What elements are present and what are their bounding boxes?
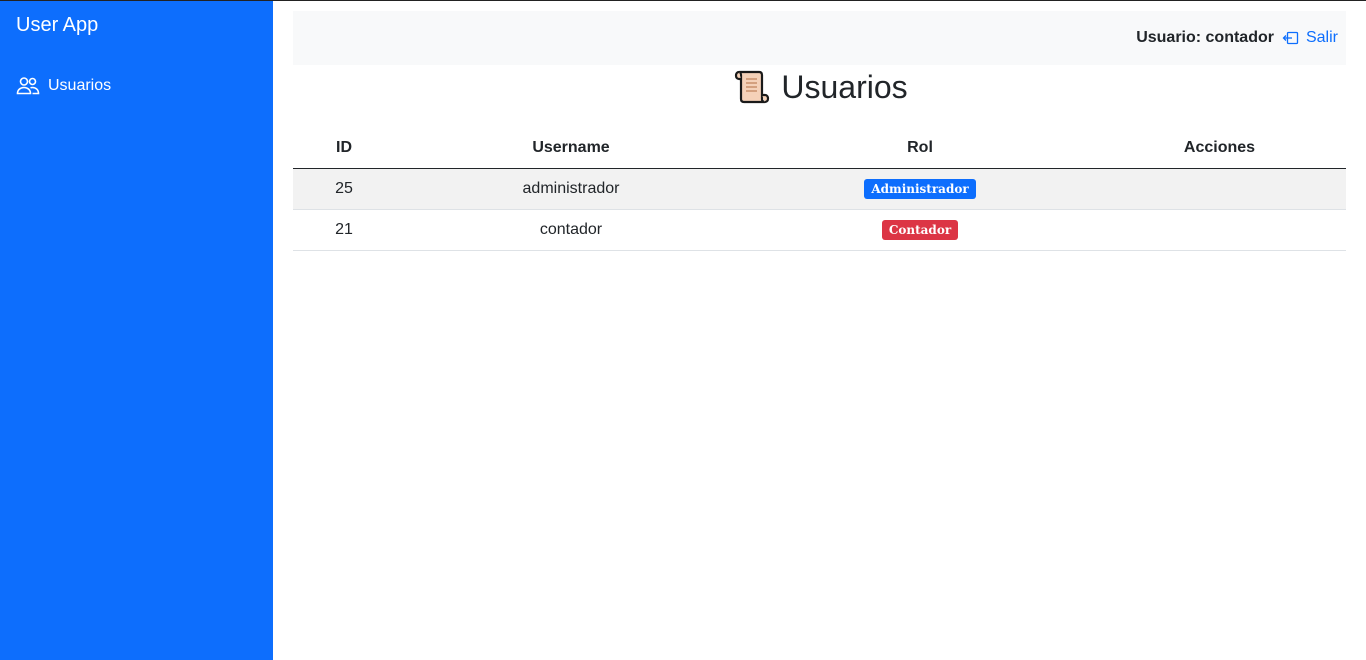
scroll-icon [731,67,771,107]
column-header-rol: Rol [747,128,1093,169]
app-brand[interactable]: User App [16,13,98,37]
sidebar: User App Usuarios [0,1,273,660]
cell-acciones [1093,168,1346,210]
cell-id: 25 [293,168,395,210]
cell-rol: Administrador [747,168,1093,210]
role-badge: Contador [881,219,959,240]
sidebar-item-usuarios[interactable]: Usuarios [16,74,111,98]
users-table: ID Username Rol Acciones 25 administrado… [293,128,1346,251]
table-row: 21 contador Contador [293,209,1346,251]
cell-username: contador [395,209,747,251]
sidebar-item-label: Usuarios [48,77,112,94]
role-badge: Administrador [864,178,976,199]
cell-acciones [1093,209,1346,251]
top-navbar: Usuario: contador Salir [293,11,1346,65]
current-user-label: Usuario: contador [1136,29,1274,46]
page-header: Usuarios [293,65,1346,109]
box-arrow-left-icon [1282,29,1300,47]
main-content: Usuario: contador Salir Usuarios ID User… [273,1,1366,660]
logout-label: Salir [1305,29,1338,46]
logout-link[interactable]: Salir [1282,29,1338,47]
cell-rol: Contador [747,209,1093,251]
column-header-id: ID [293,128,395,169]
people-icon [16,74,40,98]
table-header-row: ID Username Rol Acciones [293,128,1346,169]
cell-username: administrador [395,168,747,210]
column-header-username: Username [395,128,747,169]
cell-id: 21 [293,209,395,251]
page-title: Usuarios [781,68,908,105]
column-header-acciones: Acciones [1093,128,1346,169]
table-row: 25 administrador Administrador [293,168,1346,210]
